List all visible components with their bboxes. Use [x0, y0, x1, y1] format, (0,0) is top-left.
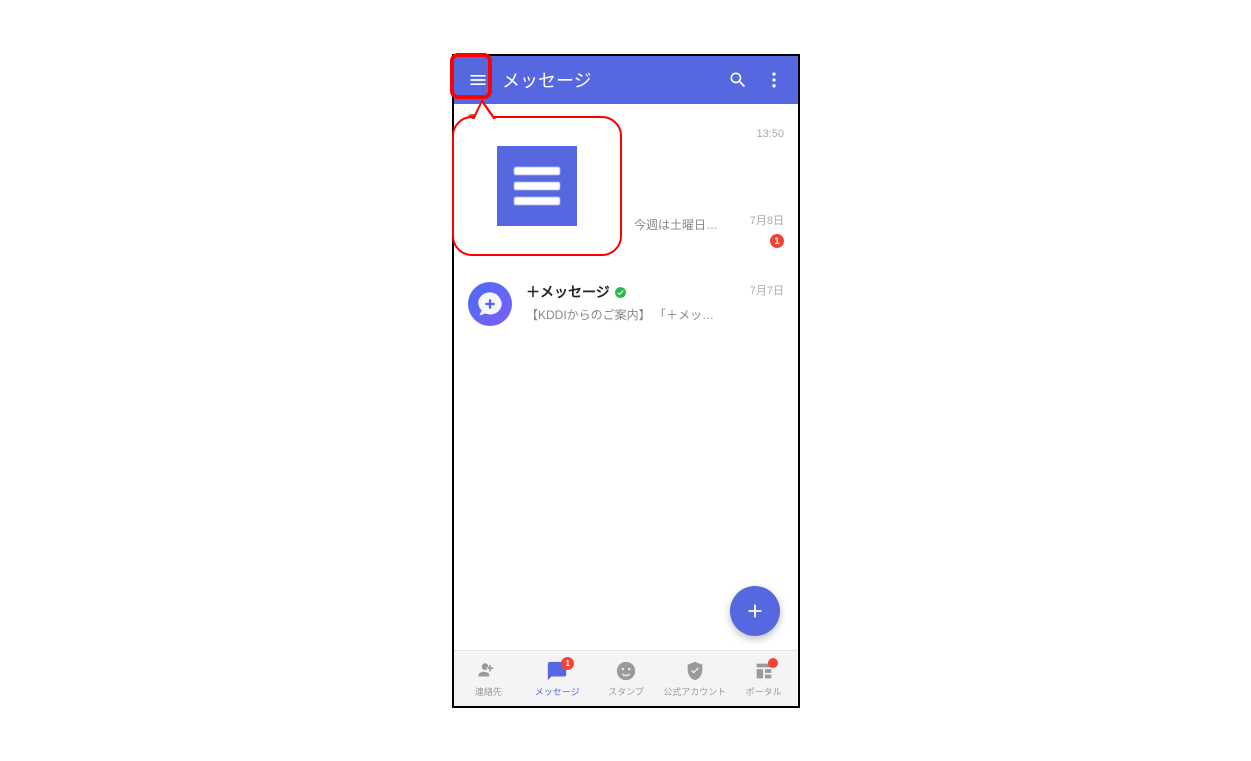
- search-button[interactable]: [720, 62, 756, 98]
- chat-time: 7月7日: [750, 282, 784, 298]
- stamp-icon: [615, 660, 637, 682]
- nav-contacts[interactable]: 連絡先: [454, 651, 523, 706]
- chat-time: 7月8日: [750, 212, 784, 228]
- chat-list: 13:50 今週は土曜日も… 7月8日 1 ＋メッセージ: [454, 104, 798, 650]
- shield-check-icon: [684, 660, 706, 682]
- search-icon: [728, 70, 748, 90]
- hamburger-icon: [468, 70, 488, 90]
- nav-messages[interactable]: 1 メッセージ: [523, 651, 592, 706]
- menu-button[interactable]: [460, 62, 496, 98]
- header-title: メッセージ: [502, 67, 720, 93]
- compose-fab[interactable]: [730, 586, 780, 636]
- chat-snippet: 【KDDIからのご案内】 「＋メッセー…: [526, 306, 726, 323]
- nav-label: メッセージ: [535, 685, 580, 698]
- portal-icon: [753, 660, 775, 682]
- nav-label: 公式アカウント: [663, 685, 726, 698]
- nav-portal[interactable]: ポータル: [729, 651, 798, 706]
- app-header: メッセージ: [454, 56, 798, 104]
- chat-name: ＋メッセージ: [526, 282, 610, 302]
- bottom-nav: 連絡先 1 メッセージ スタンプ 公式アカウント ポー: [454, 650, 798, 706]
- chat-time: 13:50: [756, 128, 784, 140]
- notification-dot: [768, 658, 778, 668]
- messages-icon: 1: [546, 660, 568, 682]
- contacts-icon: [477, 660, 499, 682]
- nav-badge: 1: [561, 657, 574, 670]
- verified-icon: [614, 285, 628, 299]
- phone-frame: メッセージ 13:50 今週は土曜日も… 7月8日 1: [452, 54, 800, 708]
- chat-row[interactable]: 今週は土曜日も… 7月8日 1: [454, 200, 798, 260]
- avatar: [468, 282, 512, 326]
- nav-label: スタンプ: [608, 685, 644, 698]
- more-button[interactable]: [756, 62, 792, 98]
- nav-label: ポータル: [746, 685, 782, 698]
- plus-icon: [744, 600, 766, 622]
- avatar: [468, 114, 486, 128]
- chat-row[interactable]: ＋メッセージ 【KDDIからのご案内】 「＋メッセー… 7月7日: [454, 270, 798, 338]
- chat-plus-icon: [476, 290, 504, 318]
- more-vert-icon: [764, 70, 784, 90]
- nav-label: 連絡先: [475, 685, 502, 698]
- unread-badge: 1: [770, 234, 784, 248]
- nav-stamps[interactable]: スタンプ: [592, 651, 661, 706]
- chat-snippet: 今週は土曜日も…: [634, 216, 726, 233]
- nav-official[interactable]: 公式アカウント: [660, 651, 729, 706]
